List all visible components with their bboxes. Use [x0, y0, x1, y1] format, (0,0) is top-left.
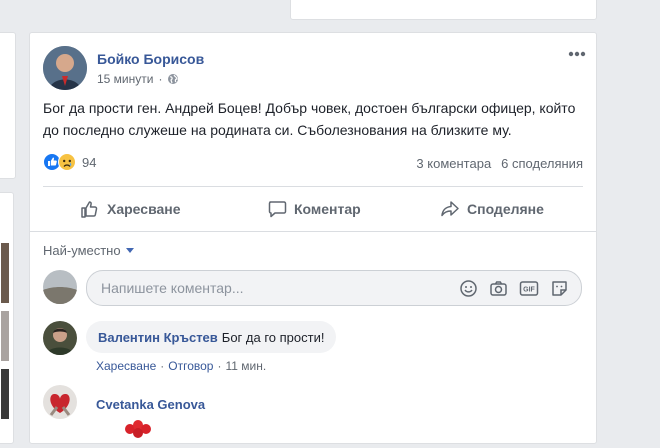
comment-sort-label: Най-уместно	[43, 243, 121, 258]
sad-reaction-icon	[58, 153, 76, 171]
commenter-avatar[interactable]	[43, 321, 77, 355]
like-button[interactable]: Харесване	[80, 199, 181, 219]
ellipsis-icon[interactable]	[568, 51, 586, 57]
shares-count[interactable]: 6 споделяния	[501, 156, 583, 171]
share-arrow-icon	[440, 199, 460, 219]
share-button-label: Споделяне	[467, 201, 544, 217]
globe-icon	[167, 73, 179, 85]
left-card-fragment	[0, 32, 16, 179]
comment-bubble: Валентин Кръстев Бог да го прости!	[86, 321, 337, 353]
comment-text: Бог да го прости!	[221, 329, 325, 345]
left-photo-3[interactable]	[1, 369, 9, 419]
top-card-fragment	[290, 0, 597, 20]
comment-input-placeholder: Напишете коментар...	[101, 280, 244, 296]
comment-author[interactable]: Валентин Кръстев	[98, 330, 218, 345]
left-photo-2[interactable]	[1, 311, 9, 361]
comment-actions: Харесване · Отговор · 11 мин.	[96, 359, 267, 373]
comment-author[interactable]: Cvetanka Genova	[96, 397, 205, 412]
post-time-label[interactable]: 15 минути	[97, 72, 153, 86]
post-time[interactable]: 15 минути ·	[97, 72, 179, 86]
thumbs-up-icon	[80, 199, 100, 219]
like-button-label: Харесване	[107, 201, 181, 217]
commenter-avatar[interactable]	[43, 385, 77, 419]
comment-input-tools: GIF	[459, 279, 569, 298]
comment-input[interactable]: Напишете коментар... GIF	[86, 270, 582, 306]
caret-down-icon	[125, 248, 134, 253]
sticker-icon[interactable]	[550, 279, 569, 298]
svg-text:GIF: GIF	[523, 287, 535, 294]
comment-sort-dropdown[interactable]: Най-уместно	[43, 243, 134, 258]
speech-bubble-icon	[267, 199, 287, 219]
current-user-avatar[interactable]	[43, 270, 77, 304]
post-text: Бог да прости ген. Андрей Боцев! Добър ч…	[43, 100, 576, 138]
post-card: Бойко Борисов 15 минути · Бог да прости …	[29, 32, 597, 444]
camera-icon[interactable]	[489, 279, 508, 298]
gif-icon[interactable]: GIF	[519, 279, 539, 298]
comment-time[interactable]: 11 мин.	[225, 359, 266, 373]
reaction-count[interactable]: 94	[82, 155, 96, 170]
comment-reply-link[interactable]: Отговор	[168, 359, 213, 373]
reactions-summary[interactable]: 94	[43, 153, 96, 171]
divider	[30, 231, 596, 232]
divider	[43, 186, 583, 187]
post-author[interactable]: Бойко Борисов	[97, 51, 204, 67]
engagement-stats: 3 коментара 6 споделяния	[416, 156, 583, 171]
comment-like-link[interactable]: Харесване	[96, 359, 156, 373]
comment-button-label: Коментар	[294, 201, 361, 217]
emoji-icon[interactable]	[459, 279, 478, 298]
comments-count[interactable]: 3 коментара	[416, 156, 491, 171]
comment-button[interactable]: Коментар	[267, 199, 361, 219]
author-avatar[interactable]	[43, 46, 87, 90]
share-button[interactable]: Споделяне	[440, 199, 544, 219]
left-photos-card-fragment	[0, 192, 14, 444]
left-photo-1[interactable]	[1, 243, 9, 303]
